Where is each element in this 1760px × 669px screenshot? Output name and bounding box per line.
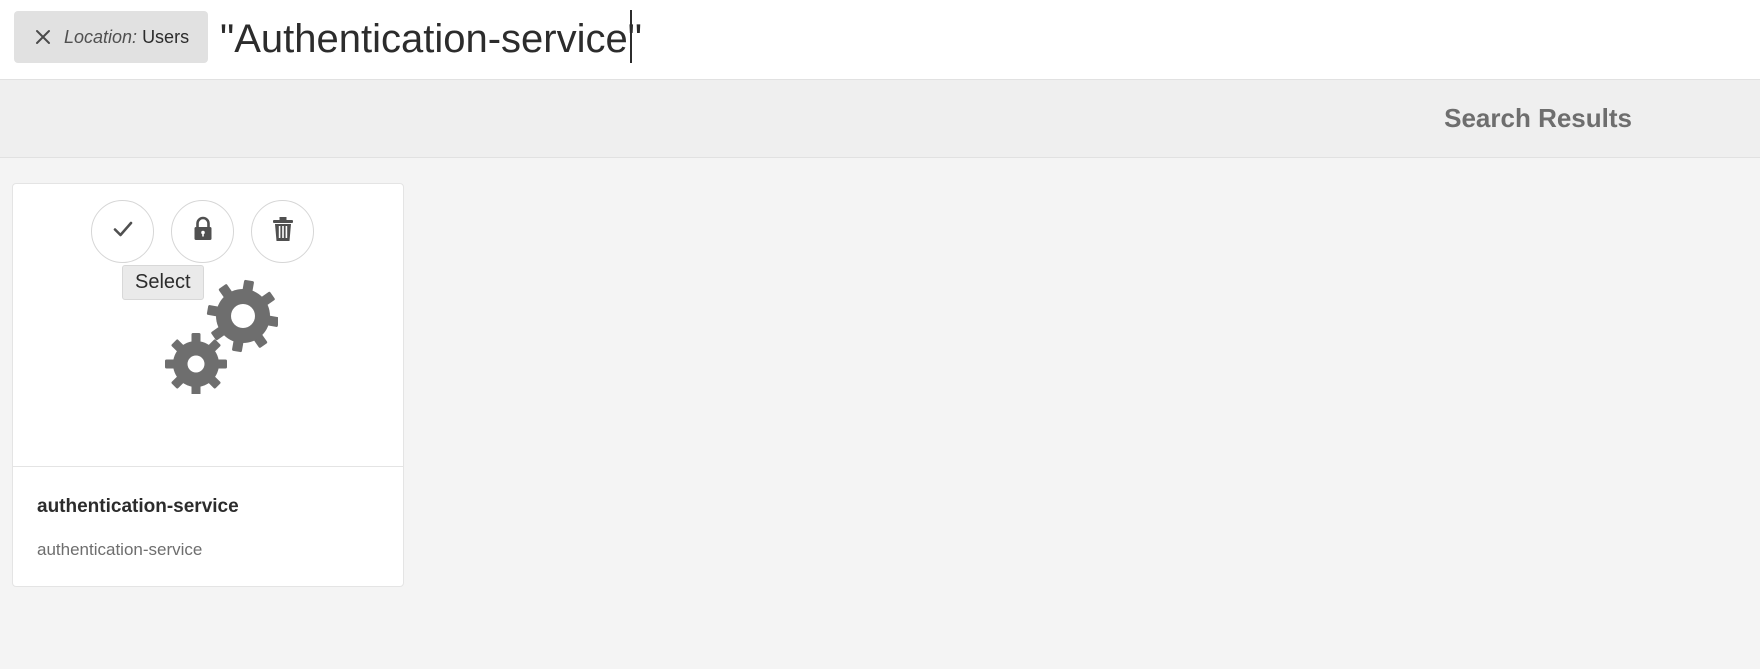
search-input[interactable] bbox=[220, 8, 1420, 70]
lock-icon bbox=[190, 215, 216, 248]
card-thumbnail[interactable]: Select bbox=[13, 184, 403, 467]
location-label: Location: bbox=[64, 26, 138, 47]
select-tooltip: Select bbox=[122, 265, 204, 300]
card-info[interactable]: authentication-service authentication-se… bbox=[13, 468, 403, 586]
location-filter-tag[interactable]: Location: Users bbox=[14, 11, 208, 63]
results-header: Search Results bbox=[0, 80, 1760, 158]
text-caret bbox=[630, 10, 632, 63]
lock-button[interactable] bbox=[171, 200, 234, 263]
location-value: Users bbox=[142, 26, 190, 47]
result-card[interactable]: Select authentication-service authentica… bbox=[12, 183, 404, 587]
page-title: Search Results bbox=[1444, 103, 1632, 133]
card-subtitle: authentication-service bbox=[37, 540, 203, 559]
close-icon[interactable] bbox=[32, 26, 54, 48]
trash-icon bbox=[270, 215, 296, 248]
quick-actions bbox=[91, 200, 314, 263]
card-title: authentication-service bbox=[37, 496, 239, 517]
check-icon bbox=[110, 216, 136, 247]
search-bar: Location: Users bbox=[0, 0, 1760, 80]
delete-button[interactable] bbox=[251, 200, 314, 263]
select-button[interactable] bbox=[91, 200, 154, 263]
